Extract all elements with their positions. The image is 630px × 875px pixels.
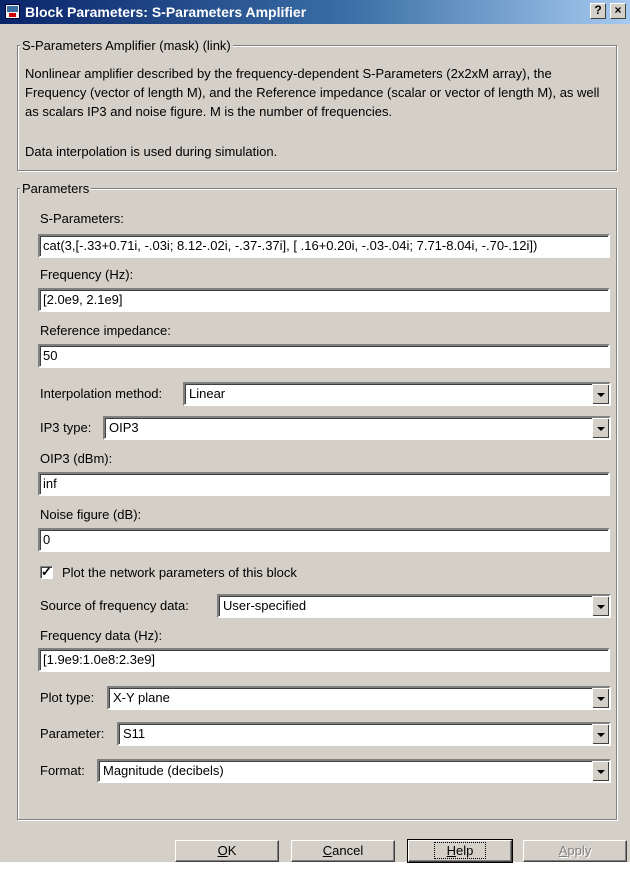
chevron-down-icon[interactable]	[592, 724, 609, 744]
noise-figure-input[interactable]: 0	[38, 528, 610, 552]
ip3-type-value: OIP3	[109, 420, 139, 435]
format-select[interactable]: Magnitude (decibels)	[97, 759, 611, 783]
help-label: elp	[456, 843, 474, 858]
title-bar[interactable]: Block Parameters: S-Parameters Amplifier…	[0, 0, 630, 24]
chevron-down-icon[interactable]	[592, 688, 609, 708]
oip3-label: OIP3 (dBm):	[40, 451, 113, 466]
interpolation-method-label: Interpolation method:	[40, 386, 163, 401]
noise-figure-label: Noise figure (dB):	[40, 507, 142, 522]
cancel-mnemonic: C	[322, 843, 333, 858]
frequency-label: Frequency (Hz):	[40, 267, 134, 282]
parameters-legend: Parameters	[20, 181, 92, 196]
plot-type-value: X-Y plane	[113, 690, 170, 705]
sparams-input[interactable]: cat(3,[-.33+0.71i, -.03i; 8.12-.02i, -.3…	[38, 234, 610, 258]
apply-button: Apply	[523, 840, 627, 862]
parameter-select[interactable]: S11	[117, 722, 611, 746]
parameter-label: Parameter:	[40, 726, 105, 741]
apply-label: pply	[567, 843, 592, 858]
ok-label: K	[227, 843, 237, 858]
chevron-down-icon[interactable]	[592, 384, 609, 404]
plot-network-label[interactable]: Plot the network parameters of this bloc…	[62, 565, 297, 580]
plot-type-select[interactable]: X-Y plane	[107, 686, 611, 710]
cancel-label: ancel	[332, 843, 364, 858]
reference-impedance-label: Reference impedance:	[40, 323, 171, 338]
parameter-value: S11	[123, 726, 146, 741]
chevron-down-icon[interactable]	[592, 418, 609, 438]
interpolation-method-value: Linear	[189, 386, 226, 401]
sparams-label: S-Parameters:	[40, 211, 124, 226]
interpolation-method-select[interactable]: Linear	[183, 382, 611, 406]
source-frequency-select[interactable]: User-specified	[217, 594, 611, 618]
cancel-button[interactable]: Cancel	[291, 840, 395, 862]
window-title: Block Parameters: S-Parameters Amplifier	[25, 4, 307, 20]
format-value: Magnitude (decibels)	[103, 763, 224, 778]
mask-note: Data interpolation is used during simula…	[25, 144, 278, 159]
ip3-type-label: IP3 type:	[40, 420, 92, 435]
help-mnemonic: H	[446, 843, 457, 858]
reference-impedance-input[interactable]: 50	[38, 344, 610, 368]
help-button[interactable]: Help	[407, 839, 513, 863]
help-title-button[interactable]: ?	[590, 3, 606, 19]
source-frequency-value: User-specified	[223, 598, 307, 613]
dialog-window: Block Parameters: S-Parameters Amplifier…	[0, 0, 630, 863]
frequency-input[interactable]: [2.0e9, 2.1e9]	[38, 288, 610, 312]
format-label: Format:	[40, 763, 85, 778]
simulink-block-icon	[5, 4, 20, 19]
plot-type-label: Plot type:	[40, 690, 95, 705]
chevron-down-icon[interactable]	[592, 761, 609, 781]
chevron-down-icon[interactable]	[592, 596, 609, 616]
plot-network-checkbox[interactable]	[40, 564, 53, 580]
frequency-data-label: Frequency data (Hz):	[40, 628, 163, 643]
mask-legend: S-Parameters Amplifier (mask) (link)	[20, 38, 233, 53]
mask-description: Nonlinear amplifier described by the fre…	[25, 66, 600, 119]
ok-button[interactable]: OK	[175, 840, 279, 862]
source-frequency-label: Source of frequency data:	[40, 598, 189, 613]
ok-mnemonic: O	[217, 843, 228, 858]
help-focus-rect: Help	[433, 842, 487, 859]
frequency-data-input[interactable]: [1.9e9:1.0e8:2.3e9]	[38, 648, 610, 672]
oip3-input[interactable]: inf	[38, 472, 610, 496]
close-button[interactable]: ×	[610, 3, 626, 19]
ip3-type-select[interactable]: OIP3	[103, 416, 611, 440]
